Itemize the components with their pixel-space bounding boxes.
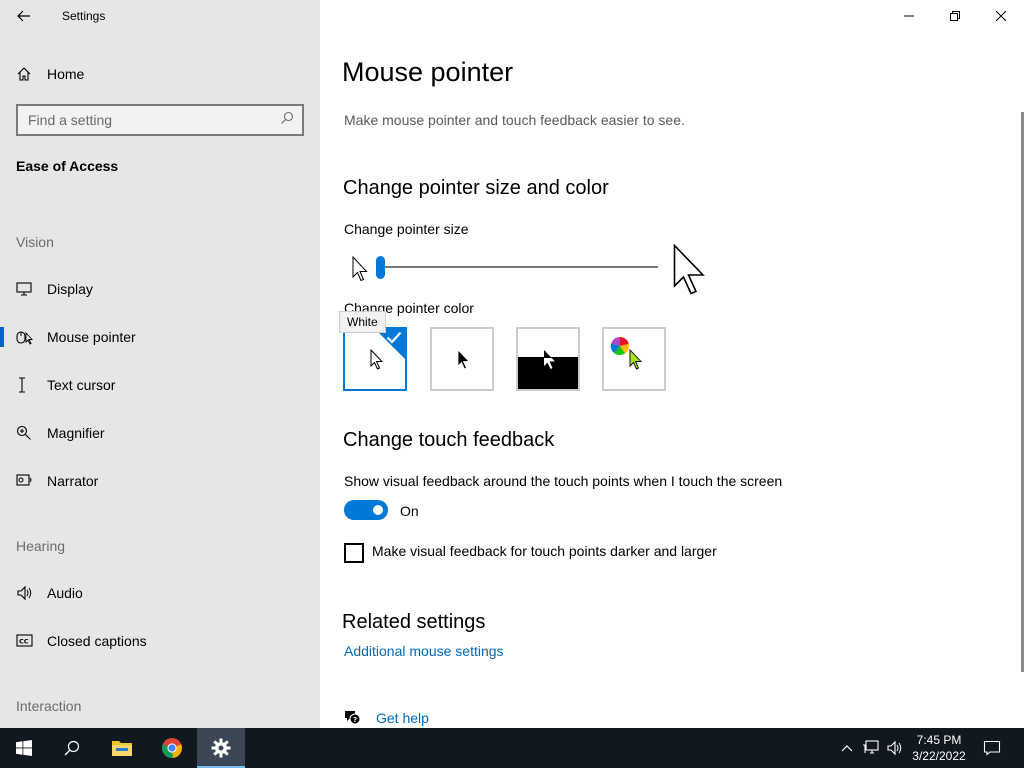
- clock-date: 3/22/2022: [912, 749, 966, 763]
- close-icon: [996, 11, 1006, 21]
- sidebar-item-display[interactable]: Display: [0, 269, 320, 309]
- sidebar-item-audio[interactable]: Audio: [0, 573, 320, 613]
- clock-time: 7:45 PM: [916, 733, 962, 747]
- chevron-up-icon: [841, 745, 853, 752]
- color-option-custom[interactable]: [602, 327, 666, 391]
- magnifier-icon: [0, 425, 47, 441]
- title-bar: Settings: [0, 0, 320, 32]
- pointer-size-label: Change pointer size: [344, 221, 469, 237]
- search-box: [16, 104, 304, 136]
- white-pointer-icon: [370, 348, 384, 376]
- section-title: Ease of Access: [16, 158, 119, 174]
- page-description: Make mouse pointer and touch feedback ea…: [344, 112, 685, 128]
- size-color-heading: Change pointer size and color: [343, 177, 609, 199]
- sidebar-item-home[interactable]: Home: [0, 56, 320, 92]
- narrator-icon: [0, 473, 47, 489]
- sidebar: Settings Home Ease of Access Vision Disp…: [0, 0, 320, 728]
- toggle-knob: [373, 505, 383, 515]
- sidebar-item-mouse-pointer[interactable]: Mouse pointer: [0, 317, 320, 357]
- pointer-size-slider-thumb[interactable]: [376, 256, 385, 279]
- color-tooltip: White: [339, 311, 386, 333]
- toggle-state-label: On: [400, 503, 419, 519]
- touch-feedback-label: Show visual feedback around the touch po…: [344, 473, 783, 489]
- network-button[interactable]: [860, 728, 882, 768]
- file-explorer-button[interactable]: [98, 728, 146, 768]
- pointer-size-slider-track: [382, 266, 658, 268]
- monitor-icon: [0, 282, 47, 296]
- sidebar-item-label: Text cursor: [47, 377, 116, 393]
- text-cursor-icon: [0, 377, 47, 393]
- color-option-black[interactable]: [430, 327, 494, 391]
- start-button[interactable]: [0, 728, 48, 768]
- search-input[interactable]: [28, 112, 280, 128]
- darker-feedback-label[interactable]: Make visual feedback for touch points da…: [372, 543, 717, 559]
- custom-pointer-icon: [629, 348, 643, 376]
- back-button[interactable]: [8, 4, 40, 28]
- close-button[interactable]: [978, 0, 1024, 32]
- settings-taskbar-button[interactable]: [197, 728, 245, 768]
- home-icon: [0, 66, 47, 82]
- get-help-link[interactable]: Get help: [376, 710, 429, 726]
- sidebar-item-label: Mouse pointer: [47, 329, 136, 345]
- speaker-icon: [887, 740, 902, 756]
- touch-heading: Change touch feedback: [343, 429, 555, 451]
- page-title: Mouse pointer: [342, 57, 514, 87]
- minimize-icon: [904, 15, 914, 17]
- small-pointer-icon: [352, 255, 368, 287]
- mouse-pointer-icon: [0, 329, 47, 345]
- chrome-button[interactable]: [148, 728, 196, 768]
- closed-captions-icon: CC: [0, 634, 47, 648]
- sidebar-item-narrator[interactable]: Narrator: [0, 461, 320, 501]
- large-pointer-icon: [673, 243, 707, 301]
- taskbar-clock[interactable]: 7:45 PM 3/22/2022: [908, 732, 970, 764]
- search-icon[interactable]: [280, 111, 294, 130]
- sidebar-item-closed-captions[interactable]: CC Closed captions: [0, 621, 320, 661]
- taskbar: 7:45 PM 3/22/2022: [0, 728, 1024, 768]
- folder-icon: [112, 741, 132, 756]
- network-icon: [863, 740, 879, 754]
- group-label-interaction: Interaction: [16, 698, 82, 714]
- group-label-hearing: Hearing: [16, 538, 66, 554]
- related-settings-heading: Related settings: [342, 611, 486, 633]
- help-icon: ?: [343, 709, 361, 730]
- sidebar-item-label: Narrator: [47, 473, 99, 489]
- svg-text:CC: CC: [19, 638, 29, 646]
- touch-feedback-toggle[interactable]: [344, 500, 388, 520]
- checkmark-icon: [386, 331, 402, 349]
- gear-icon: [211, 738, 231, 758]
- black-pointer-icon: [457, 349, 471, 376]
- app-title: Settings: [62, 9, 106, 23]
- show-hidden-icons-button[interactable]: [838, 728, 856, 768]
- chrome-icon: [162, 738, 182, 759]
- minimize-button[interactable]: [886, 0, 932, 32]
- speaker-icon: [0, 585, 47, 601]
- sidebar-item-label: Magnifier: [47, 425, 105, 441]
- sidebar-item-label: Display: [47, 281, 93, 297]
- sidebar-item-magnifier[interactable]: Magnifier: [0, 413, 320, 453]
- back-arrow-icon: [17, 10, 30, 22]
- main-content: Mouse pointer Make mouse pointer and tou…: [320, 0, 1024, 728]
- group-label-vision: Vision: [16, 234, 54, 250]
- notification-icon: [983, 740, 1001, 756]
- sidebar-item-text-cursor[interactable]: Text cursor: [0, 365, 320, 405]
- darker-feedback-checkbox[interactable]: [344, 543, 364, 563]
- search-icon: [64, 740, 80, 756]
- windows-logo-icon: [16, 740, 32, 756]
- volume-button[interactable]: [884, 728, 906, 768]
- search-button[interactable]: [48, 728, 96, 768]
- sidebar-item-label: Closed captions: [47, 633, 147, 649]
- color-wheel-icon: [610, 336, 630, 361]
- sidebar-item-label: Home: [47, 66, 85, 82]
- color-option-white[interactable]: [343, 327, 407, 391]
- action-center-button[interactable]: [976, 728, 1008, 768]
- additional-mouse-settings-link[interactable]: Additional mouse settings: [344, 643, 504, 659]
- restore-icon: [950, 11, 960, 21]
- svg-text:?: ?: [353, 716, 357, 724]
- restore-button[interactable]: [932, 0, 978, 32]
- sidebar-item-label: Audio: [47, 585, 83, 601]
- color-option-inverted[interactable]: [516, 327, 580, 391]
- inverted-pointer-icon: [543, 349, 557, 376]
